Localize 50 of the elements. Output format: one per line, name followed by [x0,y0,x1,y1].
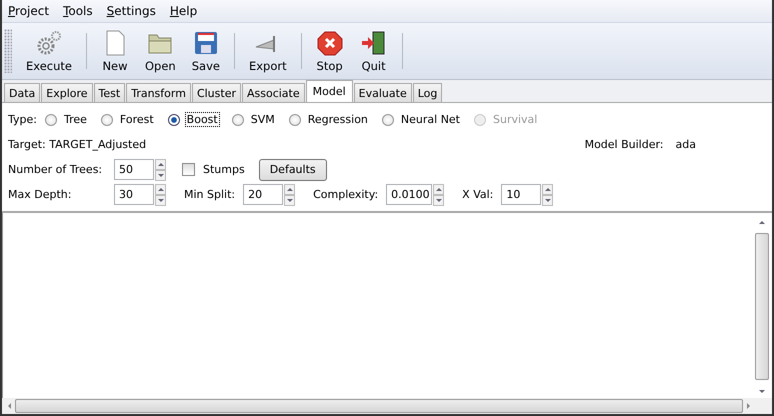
number-field[interactable]: 0.0100 [386,184,432,205]
spinner-arrows-icon[interactable] [284,184,296,206]
radio-option[interactable]: Regression [288,112,370,127]
model-builder-label: Model Builder: [584,138,664,151]
field-label: Number of Trees: [8,163,104,176]
tab[interactable]: Explore [41,83,93,102]
toolbar-button[interactable]: Execute [18,30,80,72]
radio-option[interactable]: Tree [44,112,89,127]
toolbar-button[interactable]: Open [137,30,184,72]
number-field[interactable]: 50 [114,159,154,180]
field-label: Min Split: [184,188,236,201]
radio-option[interactable]: Neural Net [382,112,462,127]
menu-item[interactable]: Tools [63,4,93,18]
tab[interactable]: Associate [242,83,305,102]
tab[interactable]: Test [94,83,126,102]
horizontal-scrollbar[interactable] [2,398,772,414]
toolbar-button[interactable]: Stop [308,30,352,72]
grip-icon [4,29,12,73]
number-field[interactable]: 30 [114,184,154,205]
gears-icon [35,30,63,56]
stop-icon [316,30,344,56]
tab[interactable]: Log [412,83,442,102]
tab[interactable]: Model [306,80,353,102]
tab[interactable]: Data [4,83,40,102]
number-field[interactable]: 10 [501,184,542,205]
field-label: Complexity: [313,188,378,201]
radio-option[interactable]: Forest [100,112,156,127]
toolbar-button[interactable]: Quit [352,30,396,72]
menu-item[interactable]: Settings [106,4,156,18]
radio-option[interactable]: SVM [232,112,277,127]
target-label: Target: TARGET_Adjusted [8,138,146,151]
stumps-checkbox[interactable]: Stumps [182,163,245,176]
tab[interactable]: Evaluate [354,83,412,102]
spinner-arrows-icon[interactable] [155,184,166,206]
defaults-button[interactable]: Defaults [258,158,327,180]
menu-item[interactable]: Project [8,4,50,18]
menu-item[interactable]: Help [170,4,198,18]
spinner-arrows-icon[interactable] [542,184,554,206]
field-label: Max Depth: [8,188,72,201]
tab[interactable]: Transform [126,83,191,102]
spinner-arrows-icon[interactable] [433,184,444,206]
field-label: X Val: [462,188,494,201]
tab[interactable]: Cluster [192,83,241,102]
spinner-arrows-icon[interactable] [155,158,166,180]
type-label: Type: [8,113,37,126]
toolbar-button[interactable]: Save [184,30,228,72]
number-field[interactable]: 20 [243,184,284,205]
model-builder-value: ada [676,138,696,151]
toolbar-button[interactable]: New [93,30,137,72]
toolbar-button[interactable]: Export [240,30,295,72]
